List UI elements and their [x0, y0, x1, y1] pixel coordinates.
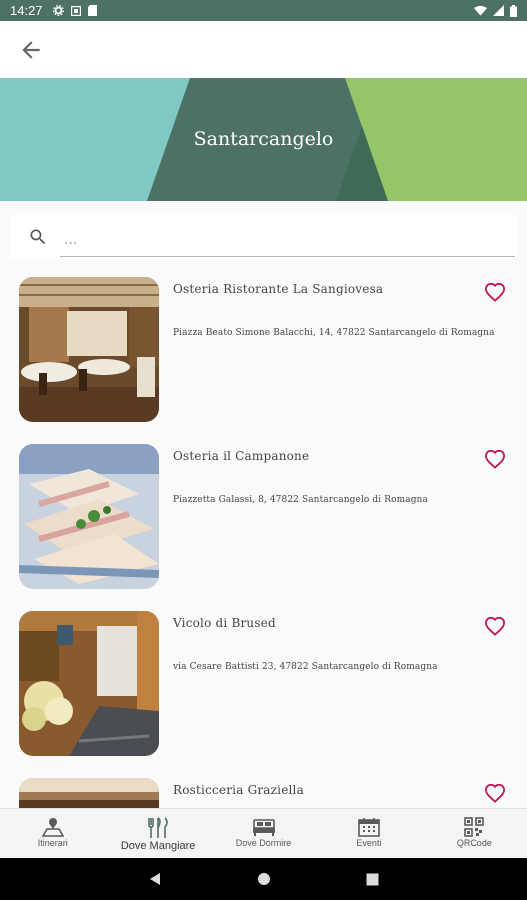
restaurant-name: Osteria Ristorante La Sangiovesa — [173, 282, 384, 296]
restaurant-address: Piazzetta Galassi, 8, 47822 Santarcangel… — [173, 495, 428, 505]
system-navigation-bar — [0, 858, 527, 900]
wifi-icon — [474, 5, 487, 16]
heart-icon[interactable] — [484, 616, 506, 636]
restaurant-address: via Cesare Battisti 23, 47822 Santarcang… — [173, 662, 438, 672]
sd-card-icon — [87, 5, 97, 16]
nav-label: Eventi — [356, 838, 382, 848]
city-banner: Santarcangelo — [0, 78, 527, 201]
nav-label: Dove Mangiare — [120, 840, 196, 852]
restaurant-address: Piazza Beato Simone Balacchi, 14, 47822 … — [173, 328, 495, 338]
heart-icon[interactable] — [484, 282, 506, 302]
battery-icon — [510, 4, 517, 17]
restaurant-name: Osteria il Campanone — [173, 449, 310, 463]
heart-icon[interactable] — [484, 449, 506, 469]
restaurant-photo — [19, 444, 159, 589]
restaurant-card[interactable]: Vicolo di Brused via Cesare Battisti 23,… — [0, 596, 527, 763]
qrcode-icon — [464, 817, 485, 837]
restaurant-photo — [19, 778, 159, 808]
calendar-icon — [358, 818, 380, 837]
back-triangle-icon[interactable] — [148, 872, 162, 886]
nav-label: Itinerari — [37, 838, 68, 848]
nav-label: Dove Dormire — [235, 838, 292, 848]
heart-icon[interactable] — [484, 783, 506, 803]
settings-icon — [52, 5, 64, 16]
restaurant-photo — [19, 277, 159, 422]
restaurant-name: Vicolo di Brused — [173, 616, 276, 630]
nav-item-dove-mangiare[interactable]: Dove Mangiare — [105, 809, 210, 858]
page-title: Santarcangelo — [193, 128, 334, 150]
search-input[interactable] — [60, 223, 515, 257]
nav-item-eventi[interactable]: Eventi — [316, 809, 421, 858]
restaurant-card[interactable]: Osteria il Campanone Piazzetta Galassi, … — [0, 429, 527, 596]
search-bar — [10, 215, 517, 259]
nav-item-qrcode[interactable]: QRCode — [422, 809, 527, 858]
status-bar: 14:27 — [0, 0, 527, 21]
notification-icon — [70, 5, 81, 16]
bottom-navigation: Itinerari Dove Mangiare Dove Dormire Eve… — [0, 808, 527, 858]
bed-icon — [252, 819, 275, 836]
status-time: 14:27 — [10, 3, 43, 18]
restaurant-card[interactable]: Rosticceria Graziella — [0, 763, 527, 808]
restaurant-name: Rosticceria Graziella — [173, 783, 304, 797]
nav-item-dove-dormire[interactable]: Dove Dormire — [211, 809, 316, 858]
cutlery-icon — [148, 817, 168, 838]
home-circle-icon[interactable] — [257, 872, 271, 886]
restaurant-card[interactable]: Osteria Ristorante La Sangiovesa Piazza … — [0, 262, 527, 429]
map-icon — [41, 818, 64, 837]
search-icon — [30, 229, 46, 245]
nav-label: QRCode — [456, 838, 492, 848]
app-bar — [0, 21, 527, 78]
back-arrow-icon[interactable] — [18, 37, 44, 63]
signal-icon — [493, 5, 504, 16]
restaurant-list[interactable]: Osteria Ristorante La Sangiovesa Piazza … — [0, 262, 527, 808]
recents-square-icon[interactable] — [366, 873, 379, 886]
nav-item-itinerari[interactable]: Itinerari — [0, 809, 105, 858]
restaurant-photo — [19, 611, 159, 756]
